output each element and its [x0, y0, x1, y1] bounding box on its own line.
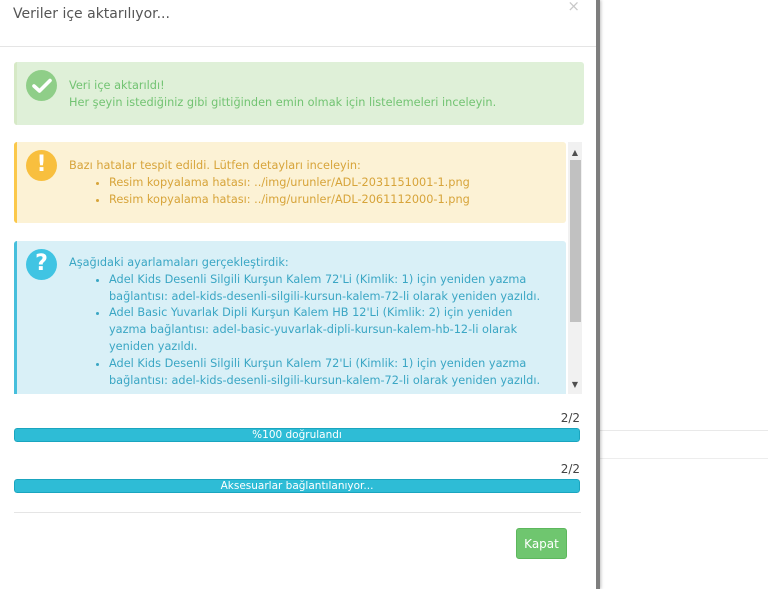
progress-label: Aksesuarlar bağlantılanıyor...: [220, 480, 374, 492]
list-item: Adel Kids Desenli Silgili Kurşun Kalem 7…: [109, 356, 550, 390]
import-modal: Veriler içe aktarılıyor... × Veri içe ak…: [0, 0, 600, 589]
background-divider: [600, 430, 768, 431]
scrollbar-thumb[interactable]: [570, 160, 581, 322]
progress-bar-accessories: Aksesuarlar bağlantılanıyor...: [14, 479, 580, 493]
progress-bar-fill: %100 doğrulandı: [14, 428, 580, 442]
messages-scroll-area[interactable]: ! Bazı hatalar tespit edildi. Lütfen det…: [14, 142, 582, 394]
warning-list: Resim kopyalama hatası: ../img/urunler/A…: [69, 175, 470, 209]
warning-alert-title: Bazı hatalar tespit edildi. Lütfen detay…: [69, 159, 361, 172]
warning-alert-text: Bazı hatalar tespit edildi. Lütfen detay…: [69, 158, 470, 208]
info-list: Adel Kids Desenli Silgili Kurşun Kalem 7…: [69, 272, 550, 390]
success-alert-text: Veri içe aktarıldı! Her şeyin istediğini…: [69, 78, 496, 112]
scrollbar[interactable]: ▲ ▼: [568, 142, 582, 394]
progress-bar-fill: Aksesuarlar bağlantılanıyor...: [14, 479, 580, 493]
exclamation-circle-icon: !: [26, 150, 57, 181]
info-alert: ? Aşağıdaki ayarlamaları gerçekleştirdik…: [14, 241, 566, 394]
success-alert-title: Veri içe aktarıldı!: [69, 79, 165, 92]
list-item: Resim kopyalama hatası: ../img/urunler/A…: [109, 192, 470, 209]
list-item: Adel Basic Yuvarlak Dipli Kurşun Kalem H…: [109, 305, 550, 355]
list-item: Resim kopyalama hatası: ../img/urunler/A…: [109, 175, 470, 192]
progress-label: %100 doğrulandı: [252, 429, 342, 441]
progress-count-accessories: 2/2: [560, 462, 580, 476]
modal-title: Veriler içe aktarılıyor...: [13, 6, 170, 22]
background-divider: [600, 458, 768, 459]
success-alert-message: Her şeyin istediğiniz gibi gittiğinden e…: [69, 95, 497, 109]
success-alert: Veri içe aktarıldı! Her şeyin istediğini…: [14, 62, 584, 125]
scroll-down-arrow-icon[interactable]: ▼: [568, 377, 582, 391]
close-icon[interactable]: ×: [567, 0, 580, 14]
check-circle-icon: [26, 70, 57, 101]
info-alert-text: Aşağıdaki ayarlamaları gerçekleştirdik: …: [69, 255, 550, 389]
warning-alert: ! Bazı hatalar tespit edildi. Lütfen det…: [14, 142, 566, 223]
footer-divider: [14, 512, 581, 513]
modal-header: Veriler içe aktarılıyor... ×: [0, 0, 596, 47]
close-button[interactable]: Kapat: [516, 528, 567, 559]
progress-count-verify: 2/2: [560, 411, 580, 425]
question-circle-icon: ?: [26, 249, 57, 280]
background-page: [600, 0, 768, 589]
list-item: Adel Kids Desenli Silgili Kurşun Kalem 7…: [109, 272, 550, 306]
progress-bar-verify: %100 doğrulandı: [14, 428, 580, 442]
scroll-up-arrow-icon[interactable]: ▲: [568, 145, 582, 159]
info-alert-title: Aşağıdaki ayarlamaları gerçekleştirdik:: [69, 256, 289, 269]
